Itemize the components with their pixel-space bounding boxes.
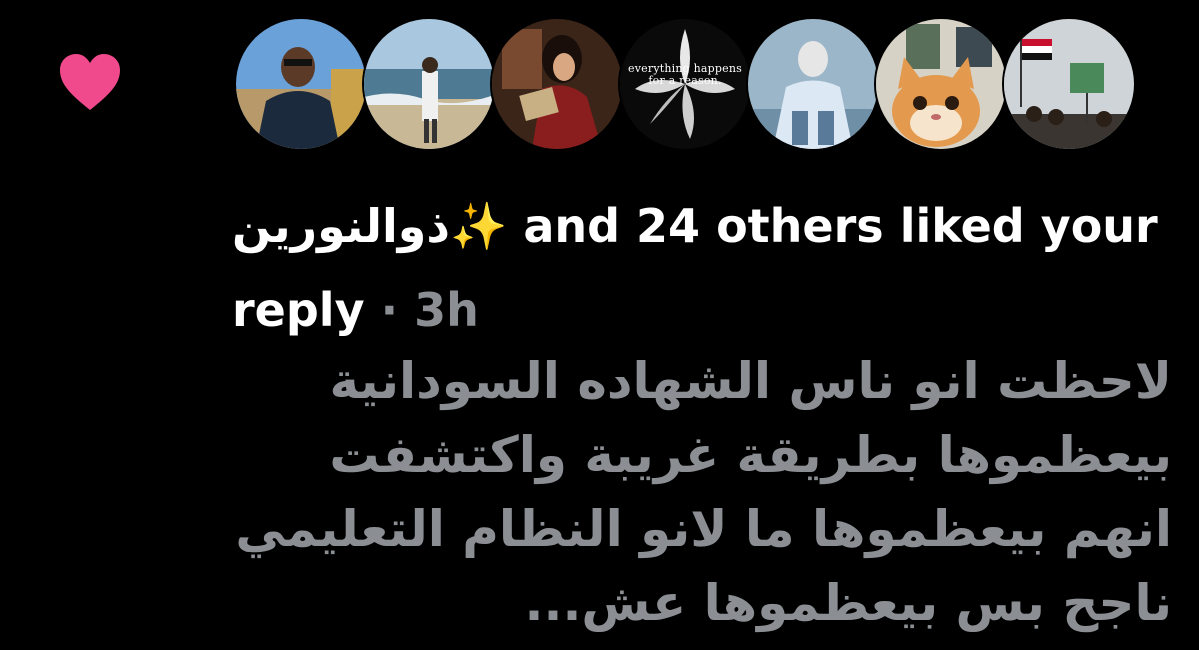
notification-text: ذوالنورين✨ and 24 others liked your repl…: [232, 184, 1162, 352]
avatar[interactable]: [362, 17, 496, 151]
liker-avatars: everything happens for a reason.: [234, 17, 1136, 151]
separator-dot: ·: [380, 283, 399, 337]
avatar[interactable]: [746, 17, 880, 151]
avatar[interactable]: everything happens for a reason.: [618, 17, 752, 151]
liker-name[interactable]: ذوالنورين: [232, 199, 450, 253]
avatar[interactable]: [490, 17, 624, 151]
sparkle-icon: ✨: [450, 199, 508, 253]
avatar-caption: everything happens for a reason.: [628, 62, 742, 87]
avatar[interactable]: [874, 17, 1008, 151]
avatar[interactable]: [1002, 17, 1136, 151]
heart-icon: [58, 52, 122, 112]
timestamp: 3h: [414, 283, 479, 337]
avatar[interactable]: [234, 17, 368, 151]
like-notification[interactable]: everything happens for a reason. ذوالنور…: [0, 0, 1199, 650]
reply-preview[interactable]: لاحظت انو ناس الشهاده السودانية بيعظموها…: [232, 344, 1172, 650]
